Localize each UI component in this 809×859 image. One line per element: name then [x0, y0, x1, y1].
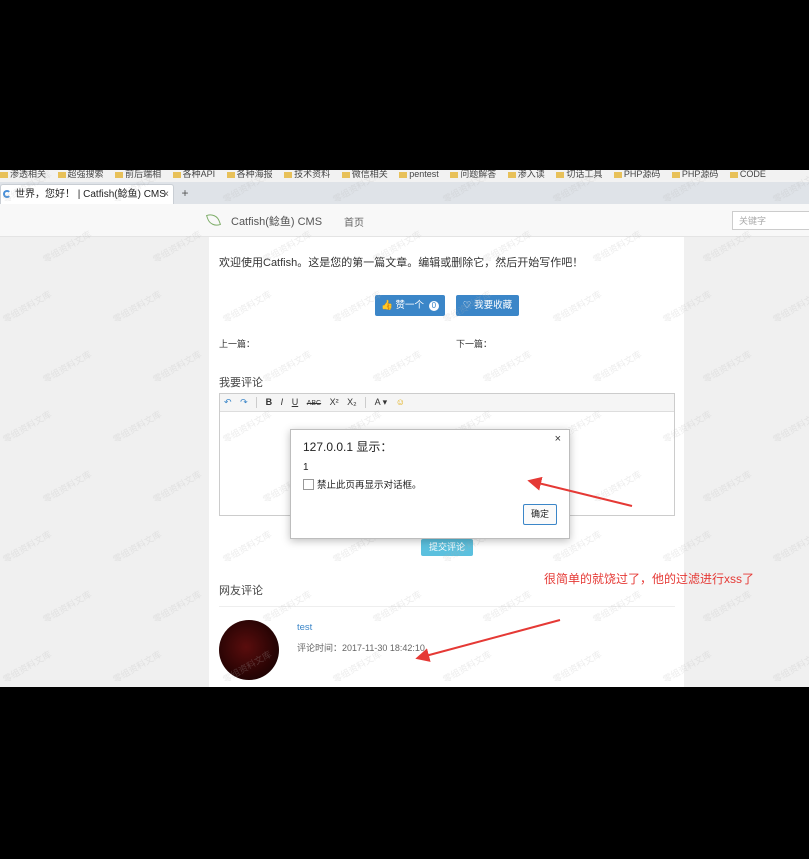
suppress-dialogs-checkbox[interactable] — [303, 479, 314, 490]
bookmark-item[interactable]: pentest — [399, 170, 439, 179]
toolbar-divider — [256, 397, 258, 409]
bookmark-item[interactable]: PHP源码 — [613, 170, 660, 180]
like-button[interactable]: 👍 赞一个 0 — [375, 295, 445, 316]
search-input[interactable] — [732, 211, 809, 230]
thumbs-up-icon: 👍 — [380, 300, 393, 311]
site-brand[interactable]: Catfish(鲶鱼) CMS — [231, 213, 322, 229]
like-label: 赞一个 — [395, 300, 424, 311]
close-icon[interactable]: × — [555, 433, 561, 445]
bookmark-item[interactable]: CODE — [729, 170, 766, 179]
article-body: 欢迎使用Catfish。这是您的第一篇文章。编辑或删除它，然后开始写作吧！ — [219, 257, 584, 269]
favorite-label: 我要收藏 — [474, 300, 513, 311]
nav-home-link[interactable]: 首页 — [344, 214, 364, 229]
annotation-text: 很简单的就饶过了，他的过滤进行xss了 — [544, 572, 755, 586]
dialog-title: 127.0.0.1 显示： — [303, 440, 393, 454]
bookmark-item[interactable]: 渗入读 — [507, 170, 545, 180]
suppress-dialogs-label[interactable]: 禁止此页再显示对话框。 — [317, 477, 422, 491]
bookmarks-bar: 渗透相关 超强搜索 前后端相 各种API 各种海报 技术资料 微信相关 pent… — [0, 170, 809, 182]
bookmark-item[interactable]: 超强搜索 — [57, 170, 104, 180]
editor-toolbar: ↶ ↷ B I U ABC X² X₂ A ▾ ☺ — [220, 394, 674, 412]
bookmark-item[interactable]: 技术资料 — [284, 170, 330, 180]
bookmark-item[interactable]: PHP源码 — [671, 170, 718, 180]
new-tab-button[interactable]: + — [178, 184, 192, 202]
comment-form-heading: 我要评论 — [219, 377, 263, 389]
prev-article-link[interactable]: 上一篇： — [219, 337, 255, 350]
font-color-icon[interactable]: A ▾ — [375, 394, 388, 411]
alert-dialog: 127.0.0.1 显示： × 1 禁止此页再显示对话框。 确定 — [290, 429, 570, 539]
strikethrough-icon[interactable]: ABC — [307, 395, 321, 412]
emoji-icon[interactable]: ☺ — [396, 394, 405, 411]
bookmark-item[interactable]: 问题解答 — [450, 170, 496, 180]
bookmark-item[interactable]: 各种API — [172, 170, 215, 180]
tab-bar: 世界，您好！ | Catfish(鲶鱼) CMS × + — [0, 182, 809, 204]
site-navbar: Catfish(鲶鱼) CMS 首页 — [0, 204, 809, 237]
undo-icon[interactable]: ↶ — [224, 394, 232, 411]
italic-icon[interactable]: I — [281, 394, 284, 411]
superscript-icon[interactable]: X² — [330, 394, 339, 411]
bookmark-item[interactable]: 渗透相关 — [0, 170, 46, 180]
leaf-logo-icon[interactable] — [205, 211, 222, 229]
toolbar-divider — [365, 397, 367, 409]
bookmark-item[interactable]: 各种海报 — [226, 170, 273, 180]
tab-title: 世界，您好！ | Catfish(鲶鱼) CMS — [15, 189, 166, 200]
comment-timestamp: 评论时间：2017-11-30 18:42:10 — [297, 643, 425, 653]
tab-close-icon[interactable]: × — [163, 185, 169, 204]
heart-icon: ♡ — [462, 300, 472, 311]
favorite-button[interactable]: ♡ 我要收藏 — [456, 295, 519, 316]
avatar — [219, 620, 279, 680]
ok-button[interactable]: 确定 — [523, 504, 557, 525]
comment-username[interactable]: test — [297, 622, 312, 633]
redo-icon[interactable]: ↷ — [240, 394, 248, 411]
bold-icon[interactable]: B — [266, 394, 273, 411]
comments-divider — [219, 606, 675, 607]
dialog-message: 1 — [303, 462, 309, 473]
loading-icon — [3, 190, 11, 198]
comments-heading: 网友评论 — [219, 585, 263, 597]
underline-icon[interactable]: U — [292, 394, 299, 411]
next-article-link[interactable]: 下一篇： — [456, 337, 492, 350]
bookmark-item[interactable]: 前后端相 — [115, 170, 161, 180]
submit-comment-button[interactable]: 提交评论 — [421, 539, 473, 556]
browser-tab[interactable]: 世界，您好！ | Catfish(鲶鱼) CMS × — [0, 184, 174, 204]
bookmark-item[interactable]: 微信相关 — [341, 170, 388, 180]
like-count-badge: 0 — [428, 301, 440, 311]
subscript-icon[interactable]: X₂ — [347, 394, 357, 411]
bookmark-item[interactable]: 切话工具 — [556, 170, 602, 180]
